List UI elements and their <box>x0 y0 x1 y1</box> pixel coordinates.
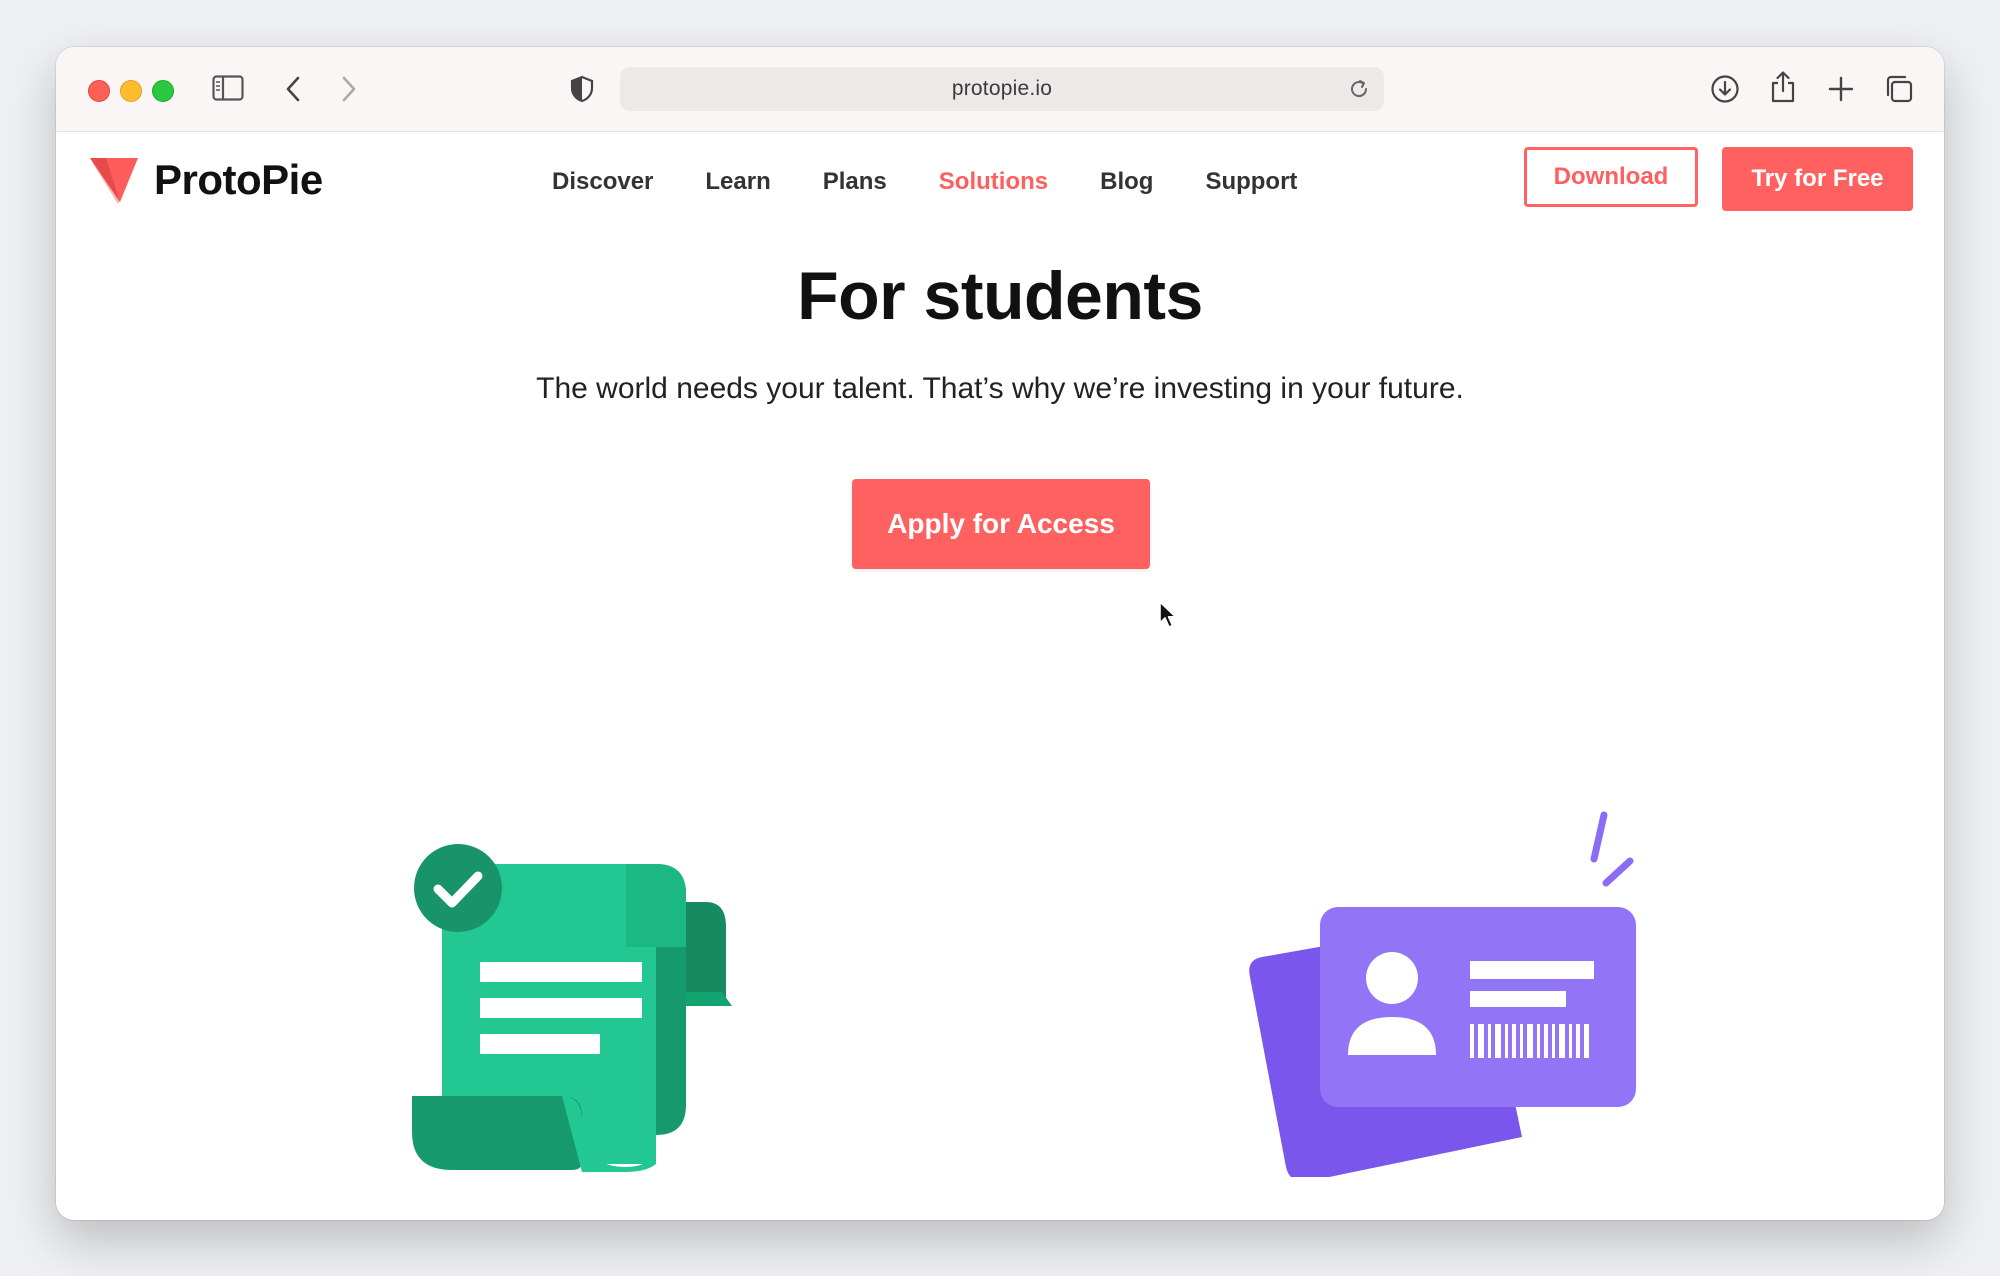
new-tab-icon[interactable] <box>1828 76 1854 102</box>
download-button[interactable]: Download <box>1524 147 1698 207</box>
nav-discover[interactable]: Discover <box>552 168 653 196</box>
protopie-logo-icon <box>90 158 138 204</box>
site-header: ProtoPie Discover Learn Plans Solutions … <box>56 132 1944 232</box>
nav-learn[interactable]: Learn <box>705 168 770 196</box>
share-icon[interactable] <box>1769 70 1797 104</box>
url-text: protopie.io <box>951 77 1053 100</box>
reload-icon[interactable] <box>1348 78 1370 104</box>
certificate-illustration <box>386 792 786 1176</box>
tabs-icon[interactable] <box>1884 74 1914 104</box>
mouse-cursor-icon <box>1158 600 1180 634</box>
try-for-free-button[interactable]: Try for Free <box>1722 147 1913 211</box>
browser-toolbar: protopie.io <box>56 47 1944 132</box>
close-window-button[interactable] <box>88 80 110 102</box>
nav-support[interactable]: Support <box>1205 168 1297 196</box>
sidebar-icon[interactable] <box>212 75 244 101</box>
main-nav: Discover Learn Plans Solutions Blog Supp… <box>552 168 1349 196</box>
forward-icon[interactable] <box>340 75 358 103</box>
zoom-window-button[interactable] <box>152 80 174 102</box>
page-title: For students <box>797 258 1203 334</box>
back-icon[interactable] <box>284 75 302 103</box>
page-subtitle: The world needs your talent. That’s why … <box>536 372 1464 405</box>
download-icon[interactable] <box>1710 74 1740 104</box>
student-id-illustration <box>1214 807 1644 1182</box>
minimize-window-button[interactable] <box>120 80 142 102</box>
shield-icon[interactable] <box>570 75 594 103</box>
address-bar[interactable]: protopie.io <box>620 67 1384 111</box>
apply-for-access-button[interactable]: Apply for Access <box>852 479 1150 569</box>
nav-plans[interactable]: Plans <box>823 168 887 196</box>
protopie-logo[interactable]: ProtoPie <box>88 154 323 206</box>
logo-text: ProtoPie <box>154 156 323 203</box>
nav-blog[interactable]: Blog <box>1100 168 1153 196</box>
nav-solutions[interactable]: Solutions <box>939 168 1048 196</box>
browser-window: protopie.io ProtoPie Discover Learn Plan… <box>56 47 1944 1220</box>
